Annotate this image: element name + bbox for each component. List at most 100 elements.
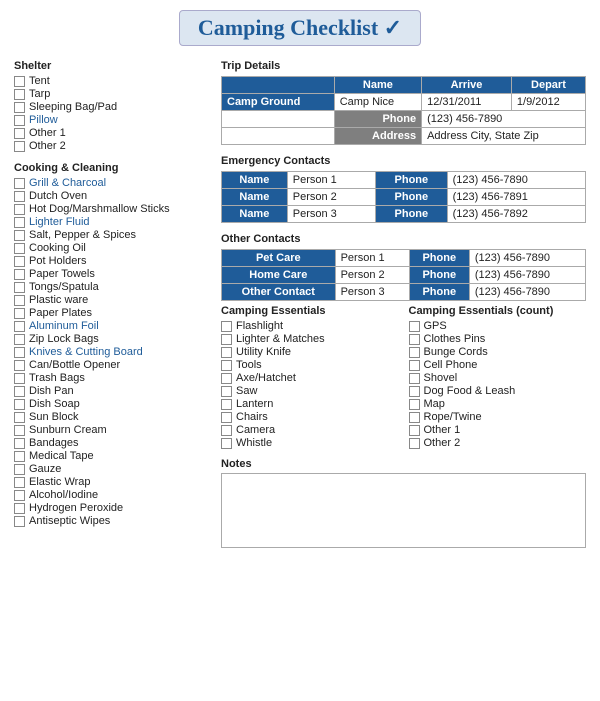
checkbox[interactable] (221, 438, 232, 449)
essential-right-item: Cell Phone (409, 359, 587, 371)
checkbox[interactable] (14, 102, 25, 113)
checkbox[interactable] (14, 386, 25, 397)
checkbox[interactable] (14, 334, 25, 345)
checkbox[interactable] (14, 308, 25, 319)
shelter-item: Sleeping Bag/Pad (14, 101, 209, 113)
checkbox[interactable] (14, 412, 25, 423)
checkbox[interactable] (14, 76, 25, 87)
checkbox[interactable] (14, 141, 25, 152)
checkbox[interactable] (221, 425, 232, 436)
cooking-item: Gauze (14, 463, 209, 475)
checkbox[interactable] (221, 360, 232, 371)
checkbox[interactable] (14, 230, 25, 241)
essential-left-item: Camera (221, 424, 399, 436)
checkbox[interactable] (14, 282, 25, 293)
checkbox[interactable] (221, 386, 232, 397)
essentials-right-title: Camping Essentials (count) (409, 305, 587, 317)
checkbox[interactable] (221, 412, 232, 423)
essential-right-item: Map (409, 398, 587, 410)
item-label: Tarp (29, 88, 50, 100)
item-label: Sleeping Bag/Pad (29, 101, 117, 113)
item-label: Antiseptic Wipes (29, 515, 110, 527)
cooking-item: Grill & Charcoal (14, 177, 209, 189)
item-label: Aluminum Foil (29, 320, 99, 332)
emergency-table: NamePerson 1Phone(123) 456-7890NamePerso… (221, 171, 586, 223)
item-label: Cooking Oil (29, 242, 86, 254)
cooking-item: Plastic ware (14, 294, 209, 306)
cooking-item: Lighter Fluid (14, 216, 209, 228)
checkbox[interactable] (409, 347, 420, 358)
cooking-item: Zip Lock Bags (14, 333, 209, 345)
essential-left-item: Lighter & Matches (221, 333, 399, 345)
phone-value: (123) 456-7890 (422, 111, 586, 128)
item-label: Tent (29, 75, 50, 87)
checkbox[interactable] (14, 451, 25, 462)
checkbox[interactable] (14, 490, 25, 501)
checkbox[interactable] (14, 373, 25, 384)
checkbox[interactable] (14, 321, 25, 332)
cooking-item: Alcohol/Iodine (14, 489, 209, 501)
checkbox[interactable] (409, 425, 420, 436)
trip-arrive-header: Arrive (422, 77, 512, 94)
essential-right-item: Other 1 (409, 424, 587, 436)
camp-arrive: 12/31/2011 (422, 94, 512, 111)
checkbox[interactable] (14, 128, 25, 139)
checkbox[interactable] (14, 295, 25, 306)
notes-box[interactable] (221, 473, 586, 548)
checkbox[interactable] (221, 321, 232, 332)
phone-label: Phone (334, 111, 421, 128)
item-label: Lantern (236, 398, 273, 410)
item-label: Medical Tape (29, 450, 94, 462)
checkbox[interactable] (14, 347, 25, 358)
item-label: Dog Food & Leash (424, 385, 516, 397)
essentials-row: Camping Essentials FlashlightLighter & M… (221, 305, 586, 450)
checkbox[interactable] (409, 438, 420, 449)
right-column: Trip Details Name Arrive Depart Camp Gro… (221, 60, 586, 548)
item-label: Other 2 (424, 437, 461, 449)
cooking-item: Trash Bags (14, 372, 209, 384)
checkbox[interactable] (14, 269, 25, 280)
checkbox[interactable] (409, 360, 420, 371)
checkbox[interactable] (14, 191, 25, 202)
cooking-item: Dish Pan (14, 385, 209, 397)
cooking-item: Bandages (14, 437, 209, 449)
checkbox[interactable] (221, 399, 232, 410)
checkbox[interactable] (14, 503, 25, 514)
essential-left-item: Lantern (221, 398, 399, 410)
checkbox[interactable] (409, 386, 420, 397)
essential-left-item: Flashlight (221, 320, 399, 332)
cooking-item: Sunburn Cream (14, 424, 209, 436)
shelter-item: Tarp (14, 88, 209, 100)
camp-depart: 1/9/2012 (511, 94, 585, 111)
checkbox[interactable] (14, 477, 25, 488)
essentials-left-col: Camping Essentials FlashlightLighter & M… (221, 305, 399, 450)
checkbox[interactable] (14, 399, 25, 410)
checkbox[interactable] (409, 399, 420, 410)
other-contacts-title: Other Contacts (221, 233, 586, 245)
checkbox[interactable] (14, 217, 25, 228)
checkbox[interactable] (221, 334, 232, 345)
essential-right-item: Bunge Cords (409, 346, 587, 358)
checkbox[interactable] (14, 89, 25, 100)
checkbox[interactable] (221, 373, 232, 384)
checkbox[interactable] (14, 256, 25, 267)
checkbox[interactable] (409, 334, 420, 345)
checkbox[interactable] (221, 347, 232, 358)
checkbox[interactable] (14, 204, 25, 215)
checkbox[interactable] (409, 321, 420, 332)
checkbox[interactable] (14, 115, 25, 126)
checkbox[interactable] (409, 373, 420, 384)
checkbox[interactable] (14, 438, 25, 449)
checkbox[interactable] (409, 412, 420, 423)
checkbox[interactable] (14, 178, 25, 189)
checkbox[interactable] (14, 360, 25, 371)
item-label: Hydrogen Peroxide (29, 502, 123, 514)
contact-row: NamePerson 2Phone(123) 456-7891 (222, 189, 586, 206)
checkbox[interactable] (14, 243, 25, 254)
essential-right-item: Other 2 (409, 437, 587, 449)
checkbox[interactable] (14, 464, 25, 475)
checkbox[interactable] (14, 516, 25, 527)
checkbox[interactable] (14, 425, 25, 436)
camp-ground-cell: Camp Ground (222, 94, 335, 111)
item-label: Pillow (29, 114, 58, 126)
